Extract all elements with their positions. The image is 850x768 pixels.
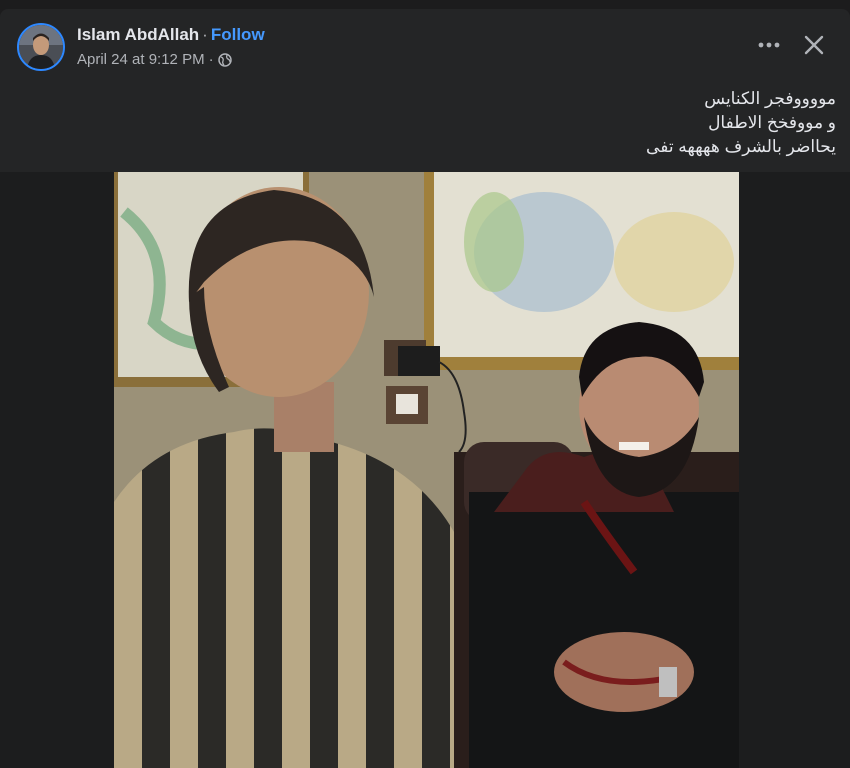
post-media	[0, 172, 850, 768]
post-timestamp[interactable]: April 24 at 9:12 PM	[77, 51, 205, 68]
close-icon	[804, 35, 824, 55]
post-meta: April 24 at 9:12 PM ·	[77, 51, 232, 68]
close-button[interactable]	[798, 29, 830, 61]
post-card: Islam AbdAllah · Follow April 24 at 9:12 P…	[0, 9, 850, 768]
caption-line: و مووفخخ الاطفال	[708, 113, 836, 132]
author-name[interactable]: Islam AbdAllah	[77, 25, 199, 44]
post-photo[interactable]	[114, 172, 739, 768]
author-avatar[interactable]	[17, 23, 65, 71]
caption-line: مووووفجر الكنايس	[704, 89, 836, 108]
follow-button[interactable]: Follow	[211, 25, 265, 44]
more-options-button[interactable]	[752, 31, 786, 59]
avatar-image	[19, 25, 63, 69]
meta-separator: ·	[208, 51, 214, 68]
name-separator: ·	[202, 25, 208, 44]
author-row: Islam AbdAllah · Follow	[77, 25, 265, 45]
globe-icon[interactable]	[217, 52, 232, 67]
more-options-icon	[758, 42, 780, 48]
post-header: Islam AbdAllah · Follow April 24 at 9:12 P…	[0, 9, 850, 84]
post-caption: مووووفجر الكنايس و مووفخخ الاطفال يحااضر…	[136, 87, 836, 159]
caption-line: يحااضر بالشرف ههههه تفى	[646, 137, 836, 156]
photo-illustration	[114, 172, 739, 768]
